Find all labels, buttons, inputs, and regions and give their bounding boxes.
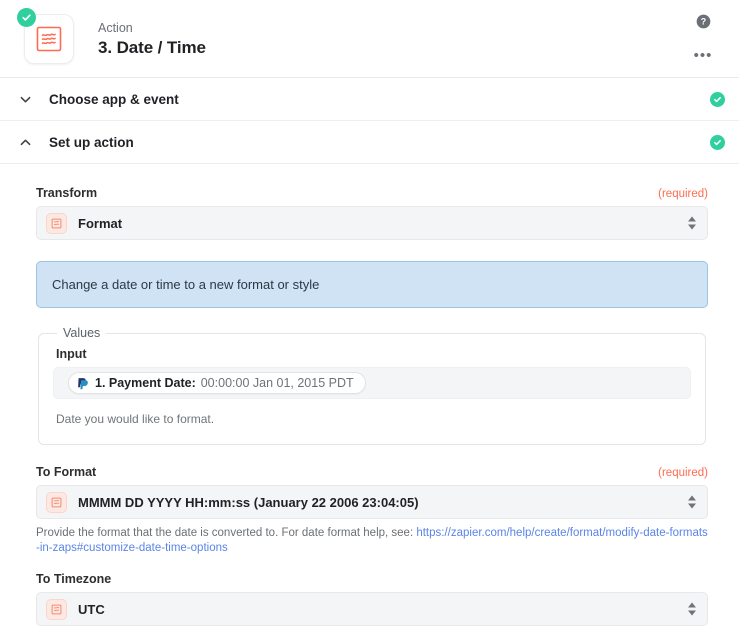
data-token-payment-date[interactable]: 1. Payment Date: 00:00:00 Jan 01, 2015 P…	[68, 372, 366, 394]
accordion-status-check-icon	[710, 134, 725, 150]
input-field[interactable]: 1. Payment Date: 00:00:00 Jan 01, 2015 P…	[53, 367, 691, 399]
to-timezone-select[interactable]: UTC	[36, 592, 708, 626]
accordion-status-check-icon	[710, 91, 725, 107]
stepper-arrows-icon[interactable]	[687, 495, 696, 510]
more-options-icon[interactable]: •••	[693, 46, 713, 66]
transform-select-value: Format	[78, 215, 123, 231]
required-tag: (required)	[658, 467, 708, 479]
to-format-select[interactable]: MMMM DD YYYY HH:mm:ss (January 22 2006 2…	[36, 485, 708, 519]
formatter-mini-icon	[46, 598, 67, 620]
more-options-label: •••	[693, 46, 713, 64]
arrow-up-icon	[687, 495, 696, 501]
chevron-up-icon	[17, 134, 33, 150]
formatter-mini-icon	[46, 491, 67, 513]
help-icon[interactable]: ?	[693, 12, 713, 32]
paypal-icon	[77, 377, 89, 390]
input-help-text: Date you would like to format.	[56, 412, 215, 426]
stepper-arrows-icon[interactable]	[687, 216, 696, 231]
setup-action-panel: Transform (required) Format Change a dat…	[0, 164, 739, 626]
required-tag: (required)	[658, 188, 708, 200]
accordion-label: Choose app & event	[49, 91, 179, 107]
svg-text:?: ?	[700, 17, 705, 27]
field-to-format-head: To Format (required)	[36, 465, 708, 479]
arrow-down-icon	[687, 503, 696, 509]
app-icon-wrapper	[17, 7, 74, 64]
field-label: Transform	[36, 186, 98, 200]
values-fieldset: Values Input 1. Payment Date: 00:00:00 J…	[38, 326, 706, 445]
header-actions: ? •••	[683, 0, 723, 77]
accordion-label: Set up action	[49, 134, 134, 150]
formatter-mini-icon	[46, 212, 67, 234]
arrow-up-icon	[687, 602, 696, 608]
chevron-down-icon	[17, 91, 33, 107]
page-title: 3. Date / Time	[98, 37, 206, 57]
field-to-format: To Format (required) MMMM DD YYYY HH:mm:…	[36, 465, 708, 556]
to-timezone-select-value: UTC	[78, 601, 105, 617]
field-to-timezone-head: To Timezone	[36, 572, 708, 586]
transform-description-text: Change a date or time to a new format or…	[52, 277, 320, 292]
step-header: Action 3. Date / Time ? •••	[0, 0, 739, 78]
field-transform-head: Transform (required)	[36, 186, 708, 200]
field-transform: Transform (required) Format	[36, 186, 708, 240]
step-header-text: Action 3. Date / Time	[98, 20, 206, 58]
token-value: 00:00:00 Jan 01, 2015 PDT	[200, 376, 354, 390]
to-format-description-text: Provide the format that the date is conv…	[36, 527, 417, 539]
arrow-down-icon	[687, 224, 696, 230]
to-format-description: Provide the format that the date is conv…	[36, 526, 708, 556]
token-key: 1. Payment Date:	[95, 376, 196, 390]
arrow-up-icon	[687, 216, 696, 222]
stepper-arrows-icon[interactable]	[687, 602, 696, 617]
field-label: To Format	[36, 465, 97, 479]
field-to-timezone: To Timezone UTC Choose a timezone the da…	[36, 572, 708, 626]
to-format-select-value: MMMM DD YYYY HH:mm:ss (January 22 2006 2…	[78, 494, 419, 510]
step-type-label: Action	[98, 20, 133, 35]
field-label: To Timezone	[36, 572, 112, 586]
transform-description-banner: Change a date or time to a new format or…	[36, 261, 708, 308]
step-status-check-icon	[17, 7, 36, 27]
transform-select[interactable]: Format	[36, 206, 708, 240]
arrow-down-icon	[687, 610, 696, 616]
input-label: Input	[56, 347, 87, 361]
values-legend: Values	[63, 326, 101, 340]
accordion-set-up-action[interactable]: Set up action	[0, 121, 739, 164]
accordion-choose-app-event[interactable]: Choose app & event	[0, 78, 739, 121]
